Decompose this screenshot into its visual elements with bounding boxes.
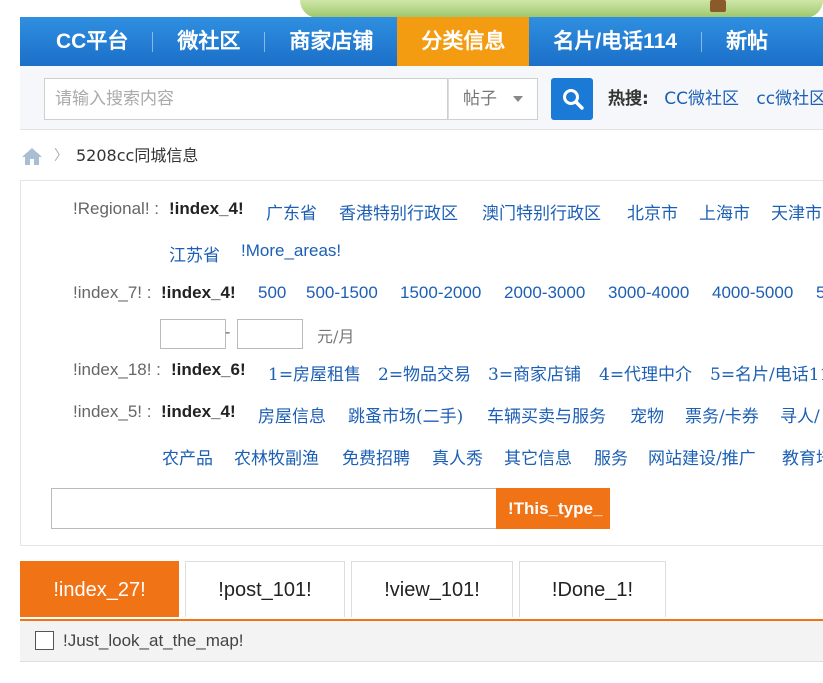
price-option-link[interactable]: 5 xyxy=(816,283,823,303)
price-range-dash: - xyxy=(225,324,231,341)
price-option-link[interactable]: 500-1500 xyxy=(306,283,378,303)
keyword-input[interactable] xyxy=(51,488,497,529)
filter-panel: !Regional! : !index_4! 广东省 香港特别行政区 澳门特别行… xyxy=(20,180,823,546)
tree-trunk-decoration xyxy=(710,0,726,12)
price-unit: 元/月 xyxy=(317,327,355,346)
region-link[interactable]: 澳门特别行政区 xyxy=(482,199,601,224)
type-option-link[interactable]: 1=房屋租售 xyxy=(268,360,361,385)
tab-index[interactable]: !index_27! xyxy=(20,561,179,617)
type-option-link[interactable]: 2=物品交易 xyxy=(378,360,471,385)
region-link[interactable]: 上海市 xyxy=(699,199,750,224)
search-icon xyxy=(563,89,584,110)
category-link[interactable]: 其它信息 xyxy=(504,444,572,469)
region-link[interactable]: 北京市 xyxy=(627,199,678,224)
category-link[interactable]: 农林牧副渔 xyxy=(234,444,319,469)
filter-current: !index_4! xyxy=(169,199,244,218)
search-type-value: 帖子 xyxy=(463,89,497,109)
map-filter-bar: !Just_look_at_the_map! xyxy=(20,621,823,662)
filter-current: !index_4! xyxy=(161,283,236,302)
category-link[interactable]: 车辆买卖与服务 xyxy=(487,402,606,427)
category-link[interactable]: 农产品 xyxy=(162,444,213,469)
search-bar: 请输入搜索内容 帖子 热搜: CC微社区 cc微社区 xyxy=(20,66,823,130)
tab-view[interactable]: !view_101! xyxy=(351,561,513,617)
tab-done[interactable]: !Done_1! xyxy=(519,561,666,617)
filter-current: !index_6! xyxy=(171,360,246,379)
price-option-link[interactable]: 500 xyxy=(258,283,286,303)
tab-post[interactable]: !post_101! xyxy=(185,561,345,617)
price-option-link[interactable]: 4000-5000 xyxy=(712,283,793,303)
more-areas-link[interactable]: !More_areas! xyxy=(241,241,341,261)
home-icon[interactable] xyxy=(20,146,44,166)
nav-item-micro-community[interactable]: 微社区 xyxy=(153,17,264,66)
nav-item-shops[interactable]: 商家店铺 xyxy=(265,17,397,66)
price-option-link[interactable]: 2000-3000 xyxy=(504,283,585,303)
filter-label: !Regional! : xyxy=(73,199,159,218)
category-link[interactable]: 票务/卡券 xyxy=(685,402,759,427)
region-link[interactable]: 广东省 xyxy=(266,199,317,224)
category-link[interactable]: 网站建设/推广 xyxy=(648,444,756,469)
type-option-link[interactable]: 5=名片/电话11 xyxy=(710,360,823,385)
map-only-label[interactable]: !Just_look_at_the_map! xyxy=(63,621,244,661)
filter-label: !index_18! : xyxy=(73,360,161,379)
hot-search-label: 热搜: xyxy=(608,89,649,109)
price-min-input[interactable] xyxy=(160,319,226,349)
search-this-type-button[interactable]: !This_type_ xyxy=(496,488,610,529)
main-nav: CC平台 微社区 商家店铺 分类信息 名片/电话114 新帖 xyxy=(20,17,823,66)
nav-item-cc-platform[interactable]: CC平台 xyxy=(20,17,152,66)
nav-item-new-posts[interactable]: 新帖 xyxy=(702,17,792,66)
type-option-link[interactable]: 3=商家店铺 xyxy=(488,360,581,385)
search-type-select[interactable]: 帖子 xyxy=(448,78,538,120)
category-link[interactable]: 免费招聘 xyxy=(342,444,410,469)
category-link[interactable]: 宠物 xyxy=(630,402,664,427)
region-link[interactable]: 香港特别行政区 xyxy=(339,199,458,224)
category-link[interactable]: 寻人/ xyxy=(780,402,820,427)
category-link[interactable]: 跳蚤市场(二手) xyxy=(348,402,463,427)
chevron-down-icon xyxy=(513,96,523,102)
region-link[interactable]: 天津市 xyxy=(771,199,822,224)
filter-current: !index_4! xyxy=(161,402,236,421)
nav-item-business-cards[interactable]: 名片/电话114 xyxy=(529,17,701,66)
category-link[interactable]: 房屋信息 xyxy=(258,402,326,427)
type-option-link[interactable]: 4=代理中介 xyxy=(599,360,692,385)
category-link[interactable]: 教育培 xyxy=(782,444,823,469)
search-input[interactable]: 请输入搜索内容 xyxy=(44,78,448,120)
price-max-input[interactable] xyxy=(237,319,303,349)
hot-search-link[interactable]: CC微社区 xyxy=(664,89,739,109)
breadcrumb: 〉 5208cc同城信息 xyxy=(20,142,198,170)
breadcrumb-current: 5208cc同城信息 xyxy=(76,146,199,165)
chevron-right-icon: 〉 xyxy=(54,148,68,164)
category-link[interactable]: 真人秀 xyxy=(432,444,483,469)
region-link[interactable]: 江苏省 xyxy=(169,241,220,266)
nav-item-classifieds[interactable]: 分类信息 xyxy=(397,17,530,66)
hot-search: 热搜: CC微社区 cc微社区 xyxy=(608,78,823,120)
banner-art xyxy=(300,0,823,18)
filter-label: !index_5! : xyxy=(73,402,152,421)
category-link[interactable]: 服务 xyxy=(594,444,628,469)
price-option-link[interactable]: 3000-4000 xyxy=(608,283,689,303)
price-option-link[interactable]: 1500-2000 xyxy=(400,283,481,303)
search-button[interactable] xyxy=(551,78,593,120)
filter-label: !index_7! : xyxy=(73,283,152,302)
sort-tabs: !index_27! !post_101! !view_101! !Done_1… xyxy=(20,561,823,622)
map-only-checkbox[interactable] xyxy=(35,631,54,650)
hot-search-link[interactable]: cc微社区 xyxy=(756,89,823,109)
